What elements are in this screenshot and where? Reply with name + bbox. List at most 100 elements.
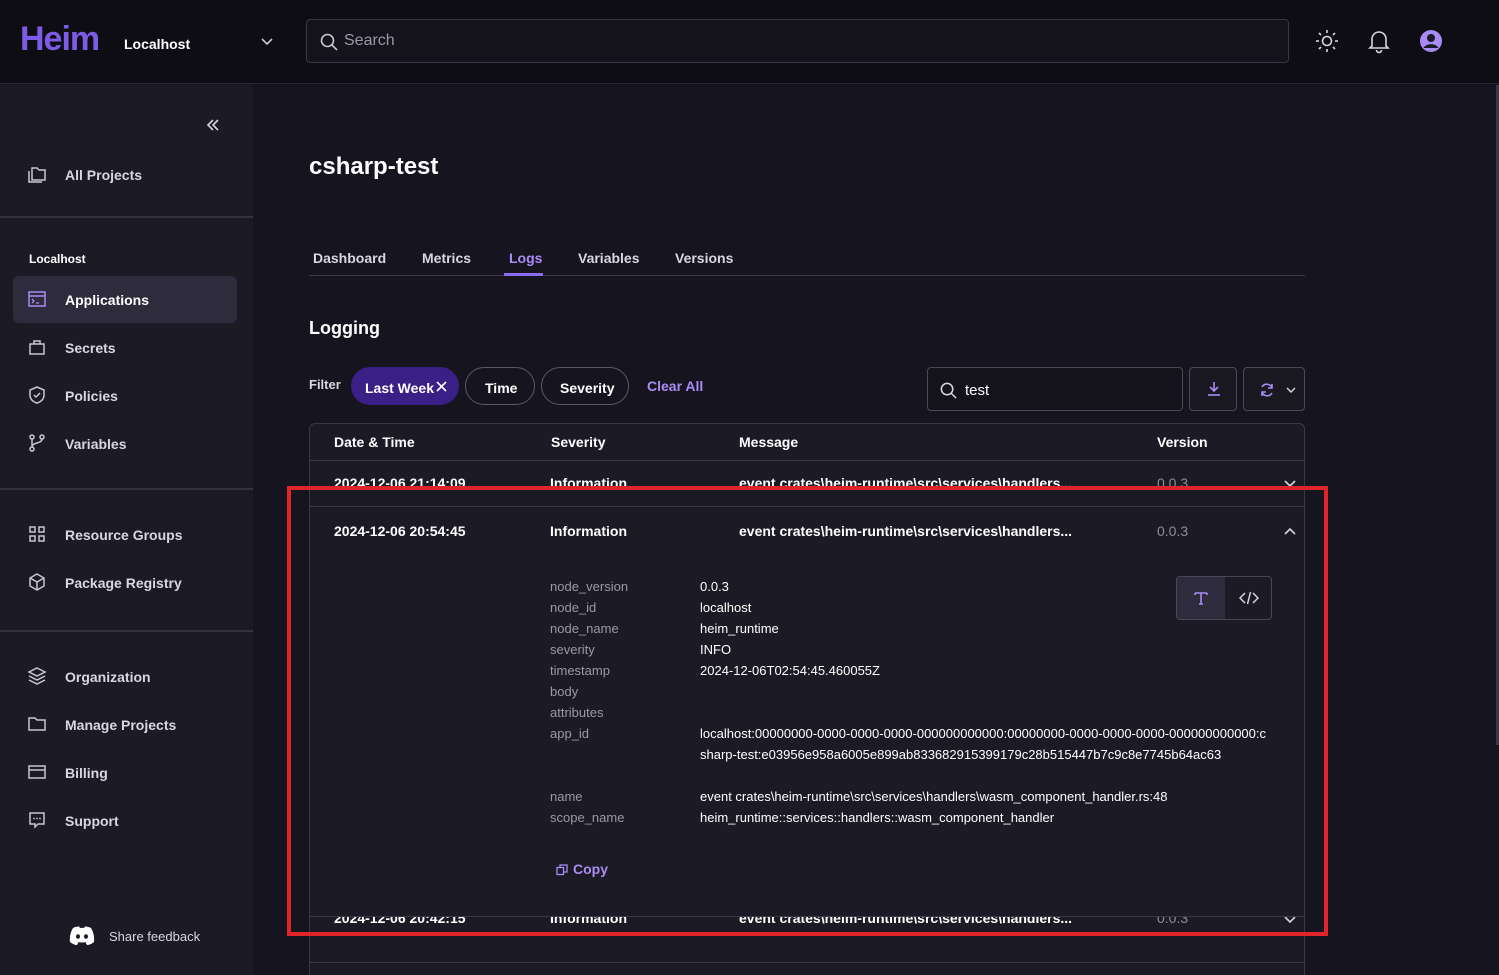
user-avatar-icon[interactable] [1418,28,1444,54]
tab-dashboard[interactable]: Dashboard [313,250,386,266]
detail-value: heim_runtime [700,621,779,636]
column-header-severity[interactable]: Severity [551,434,605,450]
detail-value: heim_runtime::services::handlers::wasm_c… [700,810,1055,825]
cell-message: event crates\heim-runtime\src\services\h… [739,475,1073,491]
detail-key: node_version [550,579,629,594]
clear-all-button[interactable]: Clear All [647,378,703,394]
support-chat-icon [29,812,45,829]
sidebar-divider [0,216,253,218]
tab-metrics[interactable]: Metrics [422,250,471,266]
table-row[interactable]: 2024-12-06 20:42:15 Information event cr… [310,917,1304,962]
collapse-sidebar-icon[interactable] [203,115,223,135]
detail-key: attributes [550,705,604,720]
sidebar-item-policies[interactable]: Policies [13,372,237,419]
chevron-down-icon[interactable] [1282,917,1298,927]
sidebar-item-applications[interactable]: Applications [13,276,237,323]
sidebar-item-resource-groups[interactable]: Resource Groups [13,511,237,558]
sidebar-divider [0,630,253,632]
detail-key: node_id [550,600,597,615]
refresh-dropdown-button[interactable] [1243,367,1305,411]
sidebar: All Projects Localhost Applications Secr… [0,85,253,975]
top-bar: Heim Localhost [0,0,1499,84]
search-icon [320,33,338,51]
chevron-down-icon [261,38,273,46]
filter-label: Filter [309,377,341,392]
folders-icon [28,167,46,183]
active-tab-indicator [504,273,543,276]
folder-icon [28,717,46,731]
sidebar-item-label: Manage Projects [65,717,177,733]
sidebar-item-label: Secrets [65,340,116,356]
copy-icon [556,864,568,876]
code-icon [1239,591,1259,605]
detail-key: severity [550,642,595,657]
filter-chip-time[interactable]: Time [465,367,535,405]
sidebar-item-all-projects[interactable]: All Projects [13,151,237,198]
copy-label: Copy [573,861,608,877]
download-icon [1208,382,1220,396]
copy-button[interactable]: Copy [556,861,626,881]
tab-versions[interactable]: Versions [675,250,733,266]
sidebar-item-secrets[interactable]: Secrets [13,324,237,371]
chevron-up-icon[interactable] [1282,523,1298,539]
sidebar-item-label: Applications [65,292,150,308]
sidebar-divider [0,488,253,490]
text-view-button[interactable] [1177,577,1225,619]
column-header-datetime[interactable]: Date & Time [334,434,415,450]
cell-datetime: 2024-12-06 21:14:09 [334,475,466,491]
bell-icon[interactable] [1366,28,1392,54]
tab-bar: Dashboard Metrics Logs Variables Version… [309,246,1305,276]
close-icon[interactable] [436,381,447,392]
code-view-button[interactable] [1225,577,1271,619]
chip-label: Severity [560,380,615,396]
column-header-message[interactable]: Message [739,434,798,450]
cell-message: event crates\heim-runtime\src\services\h… [739,917,1073,926]
sidebar-item-billing[interactable]: Billing [13,749,237,796]
cell-version: 0.0.3 [1157,523,1189,539]
cell-datetime: 2024-12-06 20:42:15 [334,917,466,926]
table-row[interactable]: 2024-12-06 21:14:09 Information event cr… [310,461,1304,506]
heim-logo[interactable]: Heim [20,20,100,59]
sidebar-item-label: Billing [65,765,108,781]
search-icon [940,382,957,399]
filter-chip-severity[interactable]: Severity [541,367,629,405]
detail-value: 2024-12-06T02:54:45.460055Z [700,663,880,678]
detail-key: scope_name [550,810,625,825]
sidebar-item-variables[interactable]: Variables [13,420,237,467]
column-header-version[interactable]: Version [1157,434,1208,450]
detail-key: node_name [550,621,619,636]
detail-key: app_id [550,726,590,741]
cell-datetime: 2024-12-06 20:54:45 [334,523,466,539]
sidebar-item-support[interactable]: Support [13,797,237,844]
sidebar-item-package-registry[interactable]: Package Registry [13,559,237,606]
git-branch-icon [29,434,45,452]
grid-icon [29,526,45,542]
chip-label: Time [485,380,518,396]
detail-key: name [550,789,583,804]
section-title: Logging [309,318,380,338]
view-mode-toggle [1176,576,1272,620]
environment-select[interactable]: Localhost [124,28,274,58]
log-search-input[interactable] [965,380,1165,400]
share-feedback-link[interactable]: Share feedback [68,923,238,949]
logs-table: Date & Time Severity Message Version 202… [309,423,1305,975]
tab-logs[interactable]: Logs [509,250,542,266]
download-button[interactable] [1189,367,1237,411]
sidebar-item-organization[interactable]: Organization [13,653,237,700]
sidebar-item-label: Support [65,813,119,829]
search-input[interactable] [344,30,1244,52]
detail-key: timestamp [550,663,610,678]
table-row-expanded[interactable]: 2024-12-06 20:54:45 Information event cr… [310,507,1304,916]
chevron-down-icon[interactable] [1282,475,1298,491]
global-search[interactable] [306,19,1289,63]
tab-variables[interactable]: Variables [578,250,640,266]
log-search-field[interactable] [927,367,1183,411]
briefcase-icon [29,340,45,355]
row-divider [310,962,1304,963]
filter-chip-last-week[interactable]: Last Week [351,367,459,405]
sidebar-section-title: Localhost [29,252,86,266]
package-icon [29,573,45,591]
sidebar-item-manage-projects[interactable]: Manage Projects [13,701,237,748]
text-format-icon [1194,592,1208,605]
sun-icon[interactable] [1314,28,1340,54]
